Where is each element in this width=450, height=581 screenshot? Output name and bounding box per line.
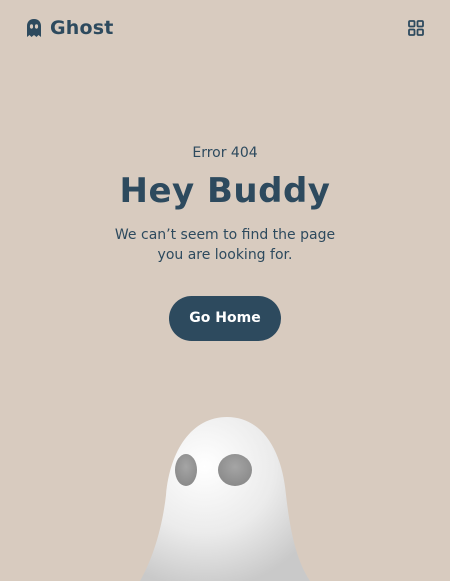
error-code: Error 404: [192, 145, 258, 161]
error-content: Error 404 Hey Buddy We can’t seem to fin…: [0, 140, 450, 341]
go-home-button[interactable]: Go Home: [169, 296, 281, 341]
grid-icon[interactable]: [408, 20, 424, 36]
header: Ghost: [0, 0, 450, 58]
error-message: We can’t seem to find the page you are l…: [114, 227, 336, 263]
brand-logo[interactable]: Ghost: [26, 17, 114, 39]
page-title: Hey Buddy: [119, 171, 331, 211]
brand-name: Ghost: [50, 17, 114, 39]
ghost-illustration: [130, 410, 320, 581]
ghost-icon: [27, 19, 41, 37]
